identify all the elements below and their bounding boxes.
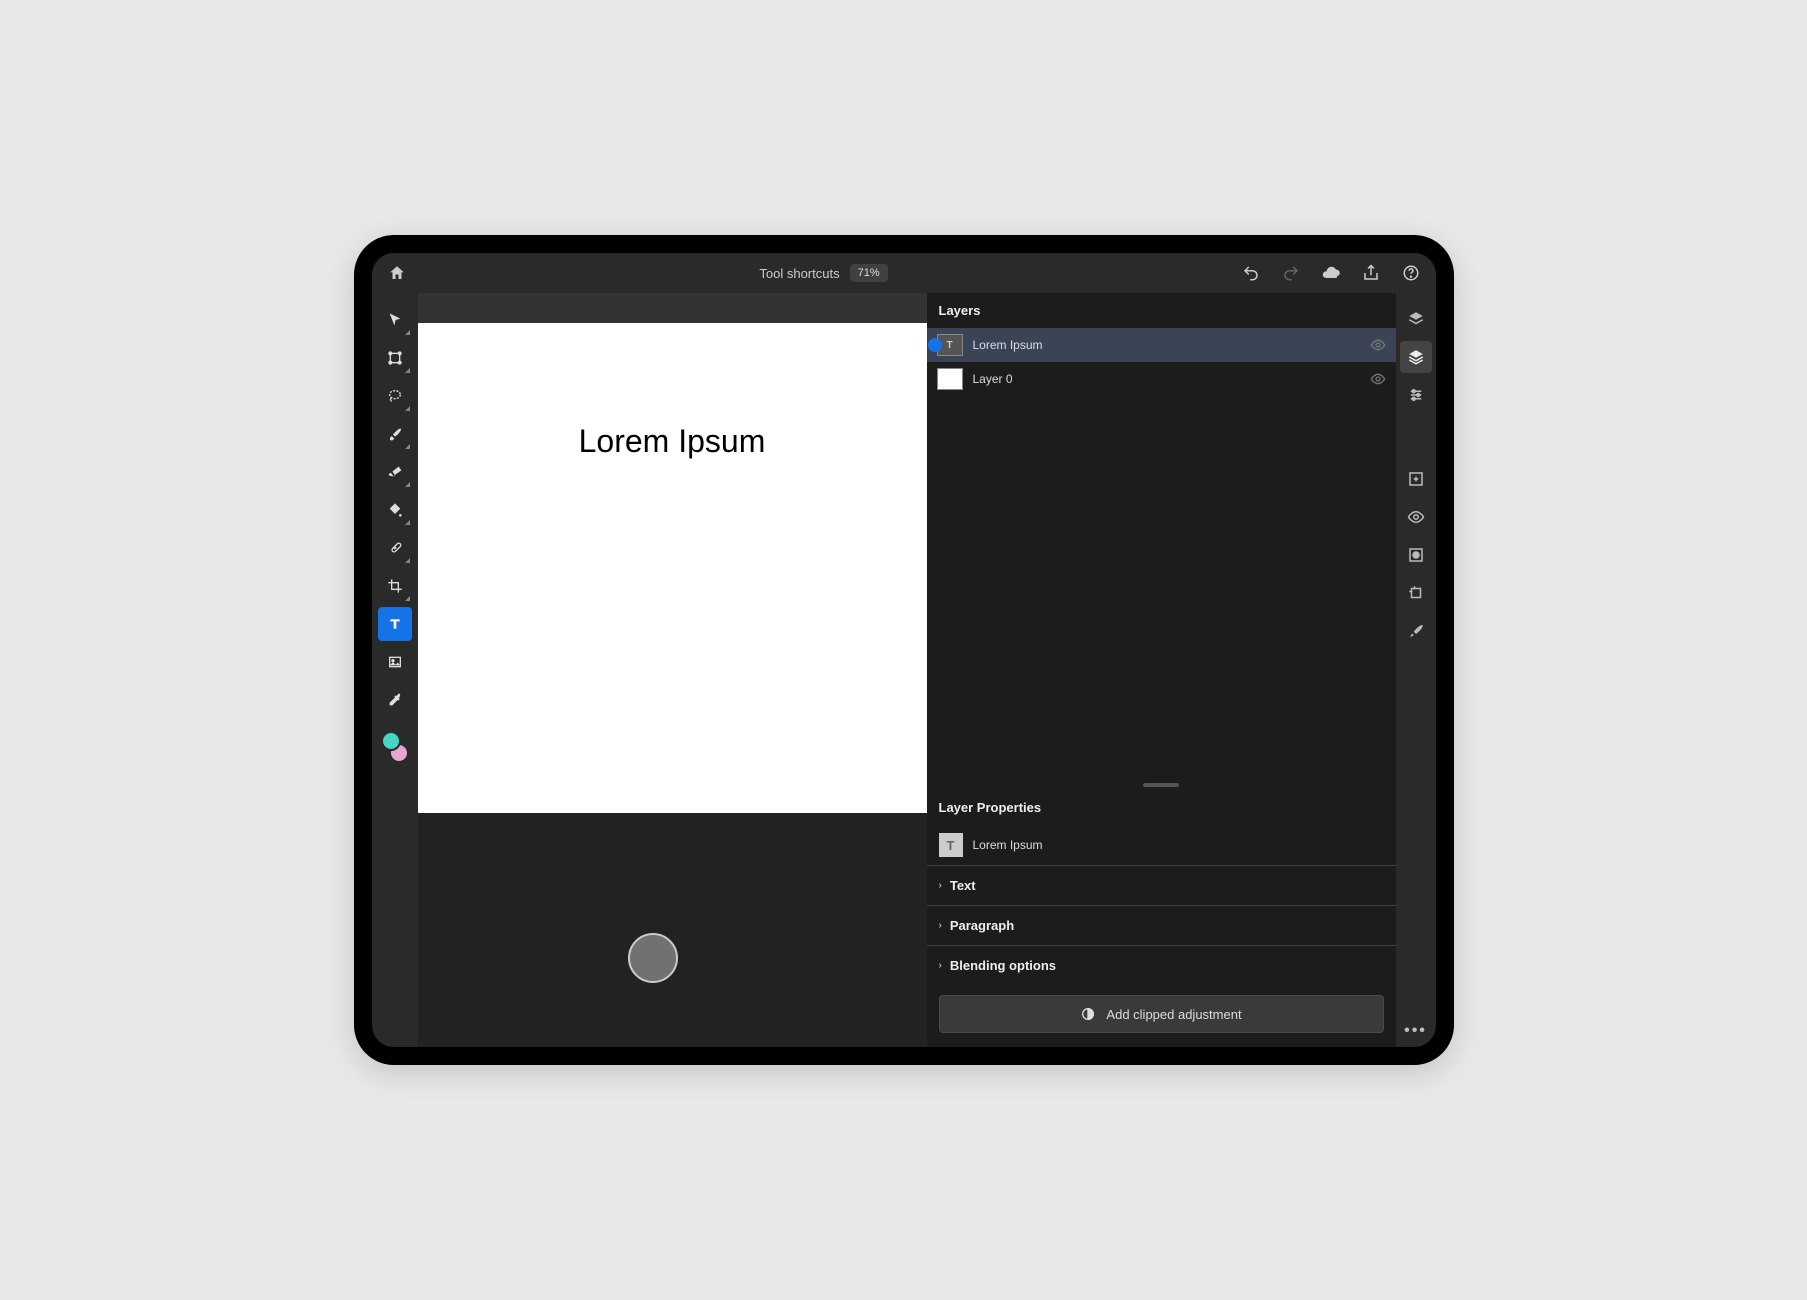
color-wells[interactable] [381,731,409,763]
share-icon[interactable] [1360,262,1382,284]
adjustment-icon [1080,1006,1096,1022]
visibility-icon[interactable] [1370,337,1386,353]
home-icon[interactable] [386,262,408,284]
toolbar [372,293,418,1047]
place-image-tool[interactable] [378,645,412,679]
eyedropper-tool[interactable] [378,683,412,717]
fill-tool[interactable] [378,493,412,527]
zoom-badge[interactable]: 71% [850,264,888,282]
eraser-tool[interactable] [378,455,412,489]
layer-name: Lorem Ipsum [973,338,1360,352]
layers-detail-icon[interactable] [1400,341,1432,373]
more-icon[interactable]: ••• [1400,1015,1432,1047]
canvas[interactable]: Lorem Ipsum [418,323,927,813]
visibility-rail-icon[interactable] [1400,501,1432,533]
move-tool[interactable] [378,303,412,337]
topbar: Tool shortcuts 71% [372,253,1436,293]
current-layer-row: T Lorem Ipsum [927,825,1396,865]
mask-icon[interactable] [1400,539,1432,571]
tablet-frame: Tool shortcuts 71% [354,235,1454,1065]
add-layer-icon[interactable] [1400,463,1432,495]
layers-compact-icon[interactable] [1400,303,1432,335]
heal-tool[interactable] [378,531,412,565]
workspace: Lorem Ipsum Layers T Lorem Ipsum [372,293,1436,1047]
section-label: Paragraph [950,918,1014,933]
touch-shortcut-puck[interactable] [628,933,678,983]
section-label: Blending options [950,958,1056,973]
panel-resize-grip[interactable] [927,781,1396,789]
right-panels: Layers T Lorem Ipsum Layer 0 [927,293,1436,1047]
redo-icon[interactable] [1280,262,1302,284]
right-rail: ••• [1396,293,1436,1047]
canvas-text-layer[interactable]: Lorem Ipsum [579,423,766,813]
add-adjustment-button[interactable]: Add clipped adjustment [939,995,1384,1033]
chevron-right-icon: › [939,880,942,891]
layer-thumbnail-icon: T [937,334,963,356]
delete-icon[interactable] [1400,615,1432,647]
chevron-right-icon: › [939,960,942,971]
type-tool[interactable] [378,607,412,641]
lasso-tool[interactable] [378,379,412,413]
clip-icon[interactable] [1400,577,1432,609]
help-icon[interactable] [1400,262,1422,284]
current-layer-name: Lorem Ipsum [973,838,1043,852]
canvas-area: Lorem Ipsum [418,293,927,1047]
chevron-right-icon: › [939,920,942,931]
layer-name: Layer 0 [973,372,1360,386]
section-text[interactable]: › Text [927,865,1396,905]
section-paragraph[interactable]: › Paragraph [927,905,1396,945]
crop-tool[interactable] [378,569,412,603]
visibility-icon[interactable] [1370,371,1386,387]
brush-tool[interactable] [378,417,412,451]
undo-icon[interactable] [1240,262,1262,284]
add-adjustment-label: Add clipped adjustment [1106,1007,1241,1022]
document-title: Tool shortcuts [759,266,839,281]
properties-icon[interactable] [1400,379,1432,411]
layers-panel-title: Layers [927,293,1396,328]
app-screen: Tool shortcuts 71% [372,253,1436,1047]
transform-tool[interactable] [378,341,412,375]
properties-panel-title: Layer Properties [927,790,1396,825]
layer-row[interactable]: Layer 0 [927,362,1396,396]
canvas-top-band [418,293,927,323]
layer-row[interactable]: T Lorem Ipsum [927,328,1396,362]
layer-thumbnail-icon [937,368,963,390]
section-blending[interactable]: › Blending options [927,945,1396,985]
layer-type-icon: T [939,833,963,857]
section-label: Text [950,878,976,893]
cloud-icon[interactable] [1320,262,1342,284]
